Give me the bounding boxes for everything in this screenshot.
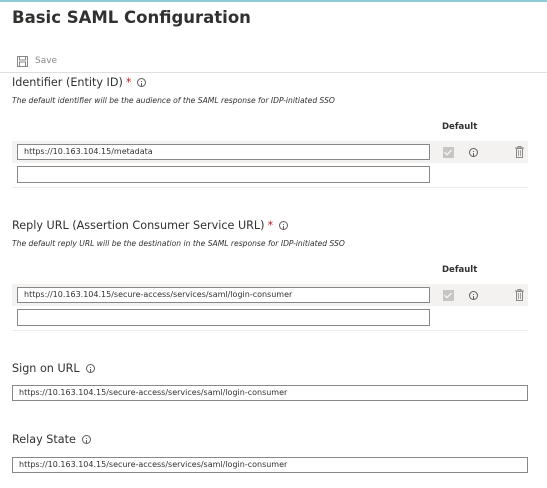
info-icon[interactable] [85, 364, 95, 373]
identifier-label-text: Identifier (Entity ID) [12, 76, 123, 89]
save-icon [17, 55, 28, 67]
required-mark: * [125, 76, 132, 89]
save-button[interactable]: Save [17, 54, 57, 68]
header-accent-line [0, 0, 547, 2]
page-title: Basic SAML Configuration [12, 8, 251, 27]
identifier-description: The default identifier will be the audie… [12, 96, 335, 105]
default-checkbox[interactable] [443, 290, 454, 301]
identifier-input[interactable]: https://10.163.104.15/metadata [17, 144, 430, 160]
info-icon[interactable] [137, 78, 147, 87]
required-mark: * [267, 219, 274, 232]
save-button-label: Save [35, 56, 58, 66]
reply-url-description: The default reply URL will be the destin… [12, 239, 345, 248]
reply-url-label-text: Reply URL (Assertion Consumer Service UR… [12, 219, 265, 232]
reply-url-input[interactable]: https://10.163.104.15/secure-access/serv… [17, 287, 430, 303]
row-divider [12, 330, 528, 331]
identifier-default-header: Default [442, 122, 478, 132]
identifier-row: https://10.163.104.15/metadata [12, 141, 528, 163]
sign-on-url-input[interactable]: https://10.163.104.15/secure-access/serv… [12, 385, 528, 401]
identifier-label: Identifier (Entity ID) * [12, 76, 147, 89]
trash-icon[interactable] [515, 289, 524, 301]
sign-on-url-label: Sign on URL [12, 362, 95, 375]
reply-url-row: https://10.163.104.15/secure-access/serv… [12, 284, 528, 306]
relay-state-label: Relay State [12, 433, 91, 446]
relay-state-input[interactable]: https://10.163.104.15/secure-access/serv… [12, 457, 528, 473]
info-icon[interactable] [81, 435, 91, 444]
reply-url-default-header: Default [442, 265, 478, 275]
row-divider [12, 187, 528, 188]
info-icon[interactable] [469, 291, 478, 300]
identifier-new-input[interactable] [17, 166, 430, 183]
identifier-new-row [12, 164, 528, 186]
trash-icon[interactable] [515, 146, 524, 158]
relay-state-label-text: Relay State [12, 433, 76, 446]
reply-url-label: Reply URL (Assertion Consumer Service UR… [12, 219, 289, 232]
sign-on-url-label-text: Sign on URL [12, 362, 80, 375]
info-icon[interactable] [279, 221, 289, 230]
toolbar-divider [0, 72, 547, 73]
reply-url-new-row [12, 307, 528, 329]
info-icon[interactable] [469, 148, 478, 157]
reply-url-new-input[interactable] [17, 309, 430, 326]
default-checkbox[interactable] [443, 147, 454, 158]
